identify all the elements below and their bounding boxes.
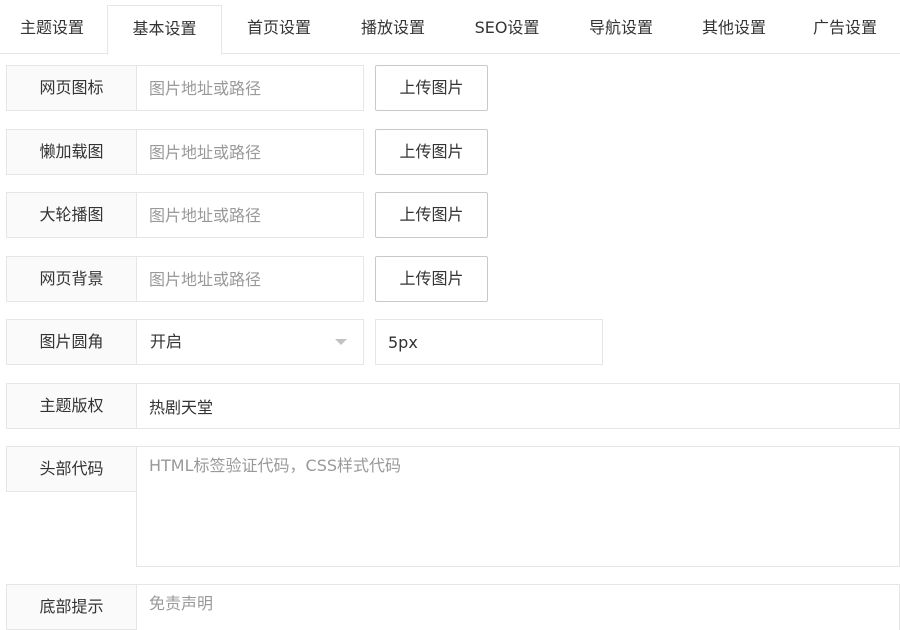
tab-basic-settings[interactable]: 基本设置	[107, 5, 222, 55]
image-radius-label: 图片圆角	[6, 319, 137, 365]
footer-notice-label: 底部提示	[6, 584, 137, 630]
copyright-input[interactable]	[136, 383, 900, 429]
tab-seo-settings[interactable]: SEO设置	[450, 0, 564, 54]
lazyload-url-input[interactable]	[136, 129, 364, 175]
copyright-label: 主题版权	[6, 383, 137, 429]
carousel-url-input[interactable]	[136, 192, 364, 238]
tab-other-settings[interactable]: 其他设置	[678, 0, 790, 54]
tab-play-settings[interactable]: 播放设置	[336, 0, 450, 54]
tab-home-settings[interactable]: 首页设置	[222, 0, 336, 54]
carousel-label: 大轮播图	[6, 192, 137, 238]
lazyload-label: 懒加载图	[6, 129, 137, 175]
settings-tab-bar: 主题设置 基本设置 首页设置 播放设置 SEO设置 导航设置 其他设置 广告设置	[0, 0, 900, 55]
image-radius-select-value: 开启	[150, 332, 183, 351]
favicon-label: 网页图标	[6, 65, 137, 111]
carousel-upload-button[interactable]: 上传图片	[375, 192, 488, 238]
favicon-url-input[interactable]	[136, 65, 364, 111]
footer-notice-textarea[interactable]	[136, 584, 900, 630]
tab-theme-settings[interactable]: 主题设置	[0, 0, 104, 54]
background-upload-button[interactable]: 上传图片	[375, 256, 488, 302]
favicon-upload-button[interactable]: 上传图片	[375, 65, 488, 111]
lazyload-upload-button[interactable]: 上传图片	[375, 129, 488, 175]
image-radius-value-input[interactable]	[375, 319, 603, 365]
tab-ad-settings[interactable]: 广告设置	[790, 0, 900, 54]
image-radius-select[interactable]: 开启	[136, 319, 364, 365]
background-label: 网页背景	[6, 256, 137, 302]
tab-nav-settings[interactable]: 导航设置	[564, 0, 678, 54]
head-code-textarea[interactable]	[136, 446, 900, 567]
background-url-input[interactable]	[136, 256, 364, 302]
head-code-label: 头部代码	[6, 446, 137, 492]
chevron-down-icon	[335, 339, 347, 345]
